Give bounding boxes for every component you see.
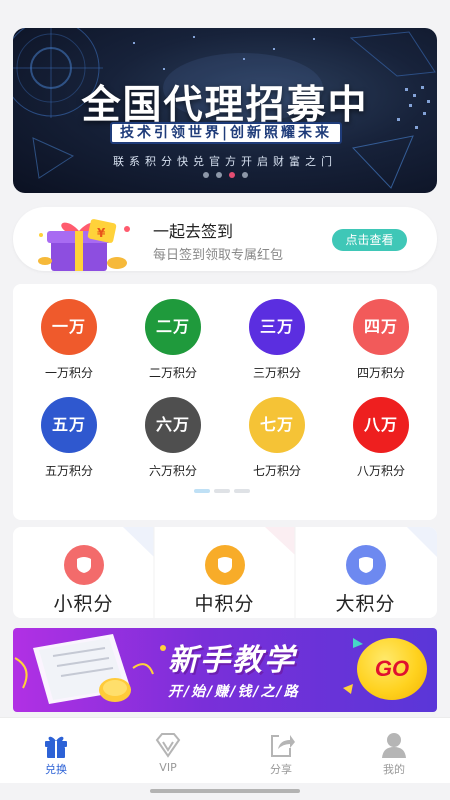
point-circle: 六万 [145,397,201,453]
point-circle: 二万 [145,299,201,355]
nav-label: 兑换 [45,763,67,776]
point-label: 四万积分 [356,366,405,380]
nav-label: 我的 [383,763,405,776]
banner-tagline: 联系积分快兑官方开启财富之门 [113,155,337,168]
level-medium[interactable]: 中积分 [154,527,295,618]
nav-tab-vip[interactable]: VIP [112,718,224,784]
app-page: 全国代理招募中 技术引领世界|创新照耀未来 联系积分快兑官方开启财富之门 ¥ 一… [0,0,450,800]
point-label: 五万积分 [44,464,93,478]
grid-indicator-active [194,489,210,493]
view-signin-button[interactable]: 点击查看 [332,229,407,251]
banner-dot[interactable] [215,172,222,178]
banner-subtitle: 技术引领世界|创新照耀未来 [110,122,342,144]
nav-label: 分享 [270,763,292,776]
point-item-30k[interactable]: 三万 三万积分 [237,299,317,381]
share-icon [271,735,295,757]
point-label: 七万积分 [252,464,301,478]
nav-tab-exchange[interactable]: 兑换 [0,718,112,784]
point-label: 三万积分 [252,366,301,380]
level-label: 中积分 [194,593,255,615]
level-large[interactable]: 大积分 [295,527,436,618]
banner-dot[interactable] [202,172,209,178]
shield-icon [63,545,104,585]
nav-tab-share[interactable]: 分享 [225,718,337,784]
point-circle: 八万 [353,397,409,453]
point-circle: 四万 [353,299,409,355]
grid-indicator [214,489,230,493]
point-label: 六万积分 [148,464,197,478]
point-label: 八万积分 [356,464,405,478]
points-level-cards: 小积分 中积分 大积分 [13,527,437,618]
point-label: 一万积分 [44,366,93,380]
banner-dot-active[interactable] [228,172,235,178]
grid-page-indicator [194,489,250,493]
point-item-80k[interactable]: 八万 八万积分 [341,397,421,479]
bottom-navigation: 兑换 VIP 分享 我的 [0,717,450,783]
banner-pagination [13,172,437,178]
tutorial-title: 新手教学 [168,643,296,678]
go-button[interactable]: GO [357,638,427,700]
tutorial-subtitle: 开/始/赚/钱/之/路 [168,684,300,700]
level-label: 大积分 [335,593,396,615]
grid-indicator [234,489,250,493]
nav-tab-mine[interactable]: 我的 [338,718,450,784]
point-item-60k[interactable]: 六万 六万积分 [133,397,213,479]
home-indicator [150,789,300,793]
shield-icon [345,545,386,585]
svg-text:¥: ¥ [97,226,106,240]
shield-icon [204,545,245,585]
signin-title: 一起去签到 [153,222,234,241]
banner-dot[interactable] [241,172,248,178]
point-item-70k[interactable]: 七万 七万积分 [237,397,317,479]
nav-label: VIP [159,761,177,774]
point-circle: 五万 [41,397,97,453]
signin-description: 每日签到领取专属红包 [153,248,284,263]
point-item-40k[interactable]: 四万 四万积分 [341,299,421,381]
level-label: 小积分 [53,593,114,615]
vip-diamond-icon [155,733,181,758]
point-label: 二万积分 [148,366,197,380]
point-circle: 一万 [41,299,97,355]
gift-icon [45,736,67,758]
point-circle: 七万 [249,397,305,453]
point-item-10k[interactable]: 一万 一万积分 [29,299,109,381]
point-item-20k[interactable]: 二万 二万积分 [133,299,213,381]
point-circle: 三万 [249,299,305,355]
user-icon [382,733,406,758]
level-small[interactable]: 小积分 [13,527,154,618]
point-item-50k[interactable]: 五万 五万积分 [29,397,109,479]
gift-box-icon: ¥ [38,219,130,271]
